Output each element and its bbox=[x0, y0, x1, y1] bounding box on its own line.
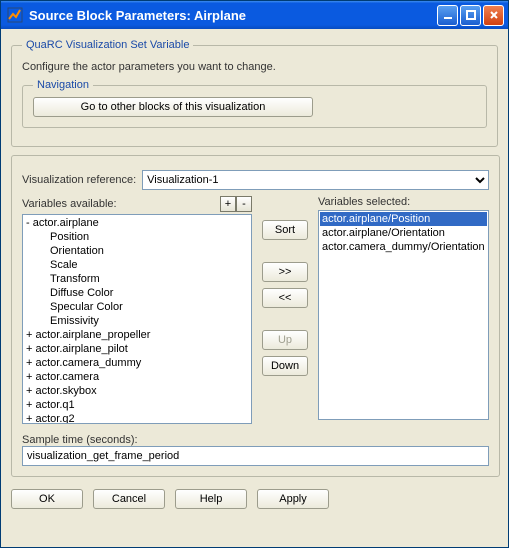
titlebar: Source Block Parameters: Airplane bbox=[1, 1, 508, 29]
available-label: Variables available: bbox=[22, 198, 117, 210]
collapse-all-button[interactable]: - bbox=[236, 196, 252, 212]
available-listbox[interactable]: actor.airplanePositionOrientationScaleTr… bbox=[22, 214, 252, 424]
goto-blocks-button[interactable]: Go to other blocks of this visualization bbox=[33, 97, 313, 117]
selected-listbox[interactable]: actor.airplane/Positionactor.airplane/Or… bbox=[318, 210, 489, 420]
help-button[interactable]: Help bbox=[175, 489, 247, 509]
list-item[interactable]: Scale bbox=[24, 258, 250, 272]
matlab-icon bbox=[7, 7, 23, 23]
selected-label: Variables selected: bbox=[318, 196, 410, 208]
add-all-button[interactable]: >> bbox=[262, 262, 308, 282]
list-item[interactable]: Specular Color bbox=[24, 300, 250, 314]
list-item[interactable]: Emissivity bbox=[24, 314, 250, 328]
sort-button[interactable]: Sort bbox=[262, 220, 308, 240]
sampletime-input[interactable] bbox=[22, 446, 489, 466]
window-title: Source Block Parameters: Airplane bbox=[29, 8, 437, 23]
sampletime-label: Sample time (seconds): bbox=[22, 434, 489, 446]
visref-select[interactable]: Visualization-1 bbox=[142, 170, 488, 190]
set-variable-desc: Configure the actor parameters you want … bbox=[22, 61, 487, 73]
move-up-button[interactable]: Up bbox=[262, 330, 308, 350]
set-variable-group: QuaRC Visualization Set Variable Configu… bbox=[11, 39, 498, 147]
cancel-button[interactable]: Cancel bbox=[93, 489, 165, 509]
list-item[interactable]: Transform bbox=[24, 272, 250, 286]
list-item[interactable]: actor.airplane_propeller bbox=[24, 328, 250, 342]
minimize-button[interactable] bbox=[437, 5, 458, 26]
list-item[interactable]: Orientation bbox=[24, 244, 250, 258]
remove-all-button[interactable]: << bbox=[262, 288, 308, 308]
ok-button[interactable]: OK bbox=[11, 489, 83, 509]
list-item[interactable]: actor.camera_dummy/Orientation bbox=[320, 240, 487, 254]
list-item[interactable]: actor.camera_dummy bbox=[24, 356, 250, 370]
list-item[interactable]: actor.airplane/Orientation bbox=[320, 226, 487, 240]
list-item[interactable]: actor.q1 bbox=[24, 398, 250, 412]
list-item[interactable]: actor.skybox bbox=[24, 384, 250, 398]
list-item[interactable]: actor.q2 bbox=[24, 412, 250, 424]
navigation-legend: Navigation bbox=[33, 79, 93, 91]
move-down-button[interactable]: Down bbox=[262, 356, 308, 376]
apply-button[interactable]: Apply bbox=[257, 489, 329, 509]
list-item[interactable]: Diffuse Color bbox=[24, 286, 250, 300]
close-button[interactable] bbox=[483, 5, 504, 26]
expand-all-button[interactable]: + bbox=[220, 196, 236, 212]
set-variable-legend: QuaRC Visualization Set Variable bbox=[22, 39, 193, 51]
list-item[interactable]: Position bbox=[24, 230, 250, 244]
list-item[interactable]: actor.airplane bbox=[24, 216, 250, 230]
visref-label: Visualization reference: bbox=[22, 174, 136, 186]
main-group: Visualization reference: Visualization-1… bbox=[11, 155, 500, 477]
navigation-group: Navigation Go to other blocks of this vi… bbox=[22, 79, 487, 128]
list-item[interactable]: actor.airplane/Position bbox=[320, 212, 487, 226]
maximize-button[interactable] bbox=[460, 5, 481, 26]
list-item[interactable]: actor.airplane_pilot bbox=[24, 342, 250, 356]
list-item[interactable]: actor.camera bbox=[24, 370, 250, 384]
